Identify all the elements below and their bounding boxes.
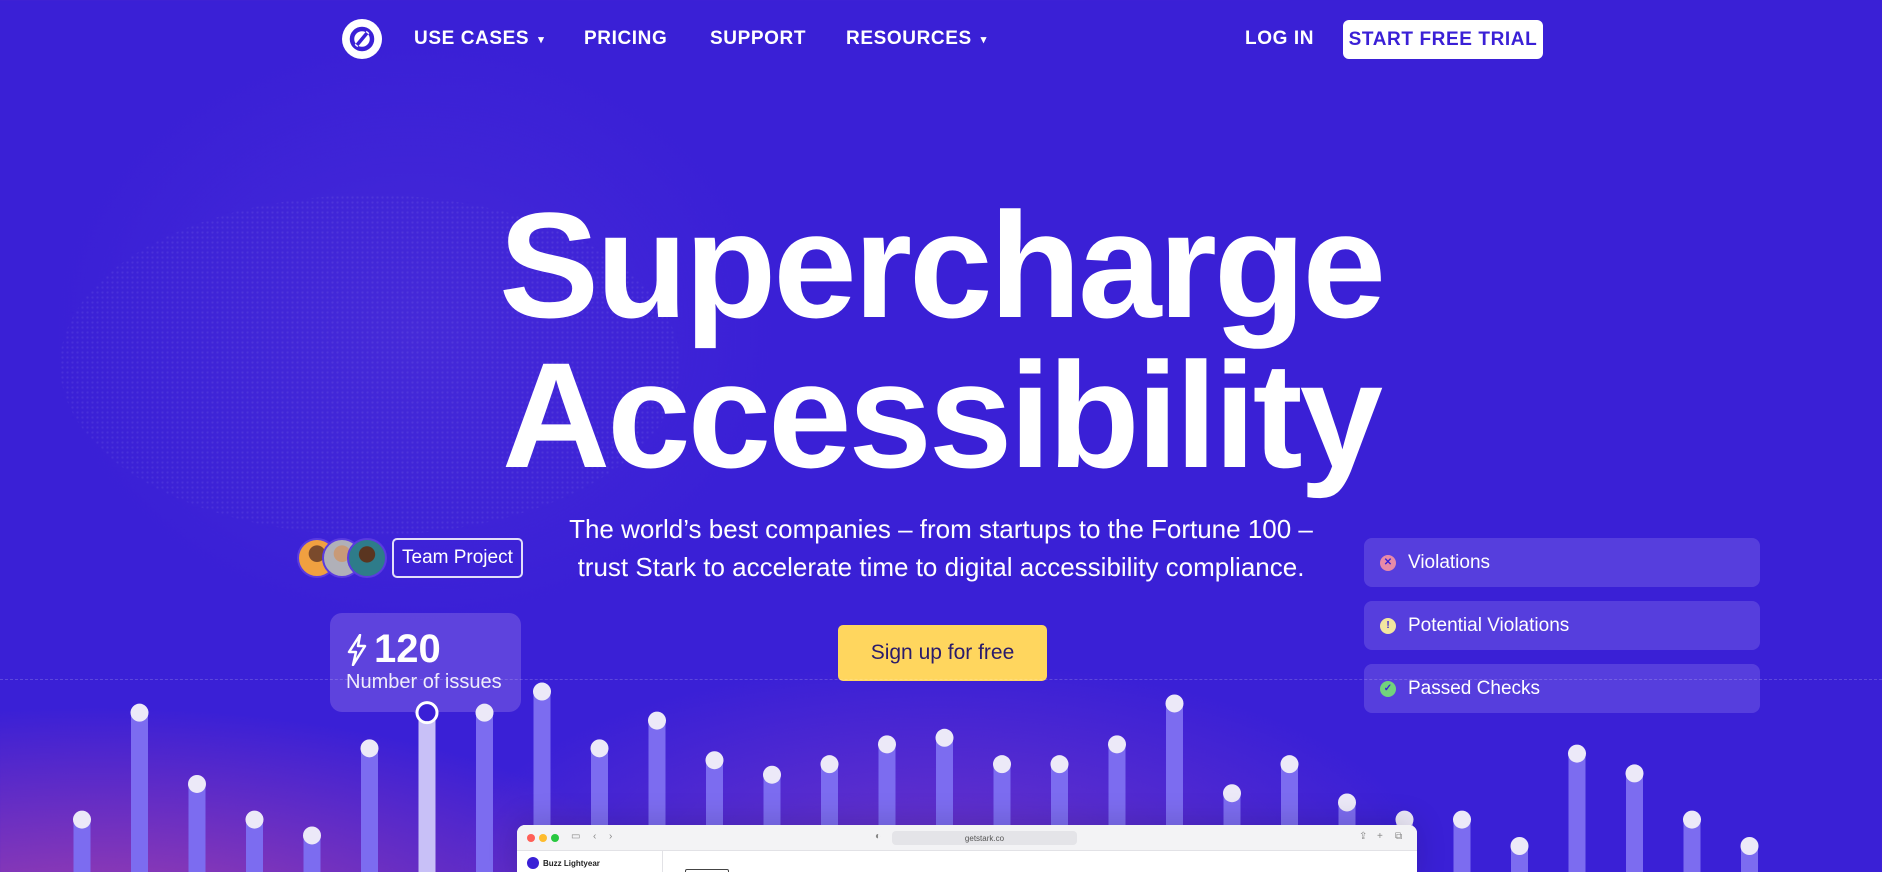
chart-point [1108, 735, 1126, 754]
chart-point [1165, 694, 1184, 713]
tabs-icon: ⧉ [1395, 831, 1403, 842]
chart-bar [1626, 773, 1643, 872]
chart-point [1453, 810, 1471, 829]
chart-point [303, 826, 321, 845]
hero-subtitle: The world’s best companies – from startu… [569, 514, 1313, 582]
chart-point [1050, 755, 1069, 774]
chart-point [1223, 784, 1241, 803]
sidebar-icon: ▭ [571, 831, 581, 842]
browser-preview: ▭ ‹ › ◐ getstark.co ⇪ + ⧉ Buzz Lightyear [517, 825, 1417, 872]
chart-point [73, 810, 91, 829]
chevron-down-icon: ▾ [538, 33, 545, 46]
chart-point [360, 739, 379, 758]
chart-point [1338, 793, 1356, 812]
share-icon: ⇪ [1359, 831, 1368, 842]
nav-resources[interactable]: RESOURCES ▾ [846, 28, 987, 50]
nav-use-cases[interactable]: USE CASES ▾ [414, 28, 544, 50]
chart-bar [246, 819, 263, 872]
chart-bar [131, 712, 148, 872]
chart-point [1280, 755, 1299, 774]
chart-point [1510, 837, 1529, 855]
profile-name: Buzz Lightyear [543, 858, 600, 868]
issues-count: 120 [374, 627, 441, 671]
sidebar-divider [662, 851, 663, 872]
legend-passed-checks-label: Passed Checks [1408, 677, 1541, 699]
avatar [347, 538, 387, 578]
legend-passed-checks[interactable]: ✓ Passed Checks [1364, 664, 1760, 713]
chart-point [993, 755, 1011, 774]
shield-icon: ◐ [875, 831, 882, 842]
stark-logo[interactable] [342, 19, 382, 59]
profile-row: Buzz Lightyear [527, 857, 600, 869]
login-label: LOG IN [1245, 28, 1315, 49]
top-nav: USE CASES ▾ PRICING SUPPORT RESOURCES ▾ … [0, 0, 1882, 78]
login-link[interactable]: LOG IN [1245, 28, 1314, 50]
chart-bar [1511, 846, 1528, 872]
chart-point [130, 703, 149, 722]
chart-bar [1683, 819, 1701, 872]
issues-tooltip: 120 Number of issues [330, 613, 521, 723]
chart-point [1625, 764, 1644, 783]
start-free-trial-button[interactable]: START FREE TRIAL [1343, 20, 1543, 59]
url-bar: getstark.co [892, 831, 1077, 845]
chart-point [245, 810, 264, 829]
nav-support[interactable]: SUPPORT [710, 28, 806, 50]
close-dot-icon [527, 834, 535, 842]
issues-count-row: 120 [346, 627, 441, 672]
check-circle-icon: ✓ [1380, 680, 1396, 697]
team-project-badge: Team Project [392, 538, 523, 578]
chart-point [533, 682, 551, 701]
chart-bar [1453, 819, 1471, 872]
nav-support-label: SUPPORT [710, 28, 807, 49]
nav-pricing[interactable]: PRICING [584, 28, 667, 50]
nav-resources-label: RESOURCES [846, 28, 972, 49]
browser-toolbar: ▭ ‹ › ◐ getstark.co ⇪ + ⧉ [517, 825, 1417, 851]
nav-pricing-label: PRICING [584, 28, 668, 49]
new-tab-icon: + [1377, 831, 1383, 842]
maximize-dot-icon [551, 834, 559, 842]
sign-up-button[interactable]: Sign up for free [838, 625, 1047, 681]
lightning-bolt-icon [347, 633, 367, 666]
nav-use-cases-label: USE CASES [414, 28, 530, 49]
chevron-down-icon: ▾ [980, 33, 987, 46]
hero-title-line-1: Supercharge [499, 181, 1386, 349]
x-circle-icon: ✕ [1380, 554, 1396, 571]
issues-label: Number of issues [346, 671, 502, 693]
chart-point [1740, 837, 1759, 855]
chart-bar [303, 835, 321, 872]
legend-potential-violations-label: Potential Violations [1408, 614, 1570, 636]
chart-point [590, 739, 609, 758]
legend-potential-violations[interactable]: ! Potential Violations [1364, 601, 1760, 650]
chart-bar [188, 783, 206, 872]
chart-point [878, 735, 896, 754]
chart-point [1568, 744, 1586, 763]
chart-guide-line [0, 679, 1882, 680]
chart-bar [1568, 753, 1586, 872]
chart-bar [476, 712, 493, 872]
chart-point [188, 774, 206, 793]
chart-point [763, 765, 781, 784]
chart-point [820, 755, 839, 774]
forward-icon: › [609, 831, 613, 842]
chart-bar [361, 748, 378, 872]
legend-violations[interactable]: ✕ Violations [1364, 538, 1760, 587]
avatar [527, 857, 539, 869]
chart-point [648, 711, 666, 730]
minimize-dot-icon [539, 834, 547, 842]
chart-bar [418, 712, 436, 872]
legend-violations-label: Violations [1408, 551, 1491, 573]
chart-bar [73, 819, 91, 872]
chart-point [1683, 810, 1701, 829]
back-icon: ‹ [593, 831, 597, 842]
url-text: getstark.co [964, 833, 1005, 843]
alert-circle-icon: ! [1380, 617, 1396, 634]
chart-bar [1741, 846, 1758, 872]
hero-title-line-2: Accessibility [501, 331, 1383, 499]
chart-point [705, 751, 724, 770]
team-avatars [297, 538, 387, 578]
chart-point [935, 728, 954, 747]
